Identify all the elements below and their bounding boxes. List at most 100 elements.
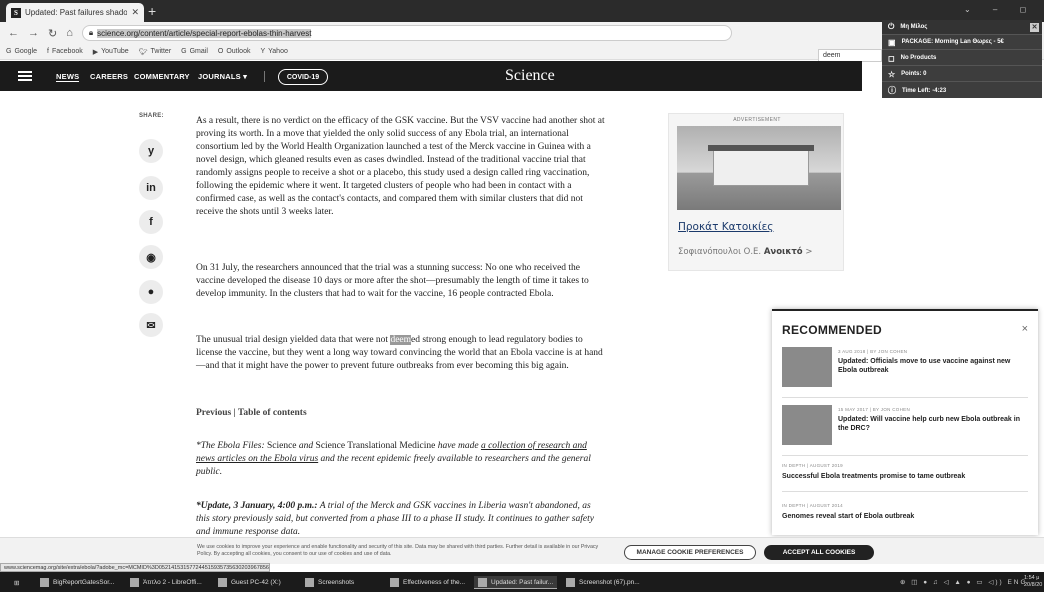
taskbar-clock[interactable]: 1:54 μ 20/8/20 bbox=[1024, 575, 1042, 589]
bookmark-youtube[interactable]: ▶ YouTube bbox=[93, 48, 129, 56]
bookmark-outlook[interactable]: O Outlook bbox=[218, 48, 251, 55]
taskbar-label: Screenshot (67).pn... bbox=[579, 579, 640, 586]
home-icon[interactable]: ⌂ bbox=[66, 27, 73, 39]
bookmark-icon: G bbox=[181, 48, 187, 55]
rec-item-4[interactable]: IN DEPTH | AUGUST 2014 Genomes reveal st… bbox=[782, 503, 1028, 529]
p3-text-a: The unusual trial design yielded data th… bbox=[196, 335, 391, 345]
package-icon: ▣ bbox=[888, 37, 896, 47]
recommended-title: RECOMMENDED bbox=[782, 323, 882, 337]
taskbar-item-5[interactable]: Effectiveness of the... bbox=[390, 576, 465, 589]
rec-headline-2[interactable]: Updated: Will vaccine help curb new Ebol… bbox=[838, 415, 1028, 433]
reddit-share-icon[interactable]: ◉ bbox=[139, 245, 163, 269]
bookmark-icon: f bbox=[47, 48, 49, 55]
previous-toc-link[interactable]: Previous | Table of contents bbox=[196, 407, 606, 420]
start-icon[interactable]: ⊞ bbox=[14, 576, 19, 589]
new-tab-icon[interactable]: + bbox=[148, 3, 156, 19]
window-controls[interactable]: ⌄ – ◻ bbox=[964, 5, 1036, 14]
app-icon bbox=[218, 578, 227, 587]
ad-sub-c: > bbox=[802, 247, 813, 257]
update-note: *Update, 3 January, 4:00 p.m.: A trial o… bbox=[196, 500, 606, 537]
bookmark-gmail[interactable]: G Gmail bbox=[181, 48, 208, 55]
info-icon: ⓘ bbox=[888, 86, 896, 95]
note1-e: have made bbox=[437, 441, 481, 451]
taskbar-label: BigReportGatesSor... bbox=[53, 579, 115, 586]
ad-sub-a: Σοφιανόπουλοι Ο.Ε. bbox=[678, 247, 764, 257]
rec-divider bbox=[782, 397, 1028, 398]
taskbar-label: Guest PC-42 (X:) bbox=[231, 579, 281, 586]
ad-subtitle[interactable]: Σοφιανόπουλοι Ο.Ε. Ανοικτό > bbox=[678, 247, 812, 257]
rec-headline-3[interactable]: Successful Ebola treatments promise to t… bbox=[782, 472, 1028, 481]
ext-products: No Products bbox=[900, 55, 937, 61]
cookie-text: We use cookies to improve your experienc… bbox=[197, 544, 599, 557]
taskbar-item-7[interactable]: Screenshot (67).pn... bbox=[566, 576, 640, 589]
browser-tab[interactable]: S Updated: Past failures shadow c ✕ bbox=[6, 3, 144, 22]
note1-c: and bbox=[298, 441, 314, 451]
ext-user: Mη Mίλος bbox=[900, 24, 928, 30]
ext-time: Time Left: -4:23 bbox=[902, 87, 947, 94]
nav-journals[interactable]: JOURNALS ▾ bbox=[198, 72, 247, 81]
nav-careers[interactable]: CAREERS bbox=[90, 72, 128, 81]
ext-close-icon[interactable]: ✕ bbox=[1030, 23, 1039, 32]
ext-products-row: ◻ No Products bbox=[882, 51, 1042, 66]
taskbar-item-6[interactable]: Updated: Past failur... bbox=[474, 576, 558, 589]
forward-icon[interactable]: → bbox=[28, 27, 39, 39]
bookmark-yahoo[interactable]: Y Yahoo bbox=[260, 48, 287, 55]
rec-meta-4: IN DEPTH | AUGUST 2014 bbox=[782, 503, 843, 508]
bookmark-facebook[interactable]: f Facebook bbox=[47, 48, 83, 55]
bookmark-label: Twitter bbox=[150, 48, 172, 55]
ad-title[interactable]: Προκάτ Κατοικίες bbox=[678, 221, 773, 233]
rec-item-2[interactable]: 15 MAY 2017 | BY JON COHEN Updated: Will… bbox=[782, 405, 1028, 456]
app-icon bbox=[566, 578, 575, 587]
bookmark-twitter[interactable]: 🐦︎ Twitter bbox=[139, 48, 172, 56]
twitter-share-icon[interactable]: y bbox=[139, 139, 163, 163]
back-icon[interactable]: ← bbox=[8, 27, 19, 39]
taskbar-item-4[interactable]: Screenshots bbox=[305, 576, 354, 589]
advertisement[interactable]: ADVERTISEMENT Προκάτ Κατοικίες Σοφιανόπο… bbox=[668, 113, 844, 271]
taskbar-item-2[interactable]: Άτιτλο 2 - LibreOffi... bbox=[130, 576, 202, 589]
rec-item-1[interactable]: 3 AUG 2018 | BY JON COHEN Updated: Offic… bbox=[782, 347, 1028, 398]
power-icon[interactable]: ⏻ bbox=[888, 22, 894, 32]
reload-icon[interactable]: ↻ bbox=[48, 27, 57, 40]
rec-item-3[interactable]: IN DEPTH | AUGUST 2019 Successful Ebola … bbox=[782, 463, 1028, 493]
science-logo[interactable]: Science bbox=[505, 67, 555, 85]
address-bar[interactable]: 🔒︎ science.org/content/article/special-r… bbox=[81, 25, 732, 41]
covid-button[interactable]: COVID-19 bbox=[278, 69, 328, 85]
extension-popup: ⏻ Mη Mίλος ✕ ▣ PACKAGE: Morning Lan Θωρες … bbox=[882, 20, 1042, 98]
menu-icon[interactable] bbox=[18, 71, 32, 81]
bookmark-icon: G bbox=[6, 48, 12, 55]
clock-date: 20/8/20 bbox=[1024, 582, 1043, 588]
star-icon: ☆ bbox=[888, 69, 896, 79]
article-paragraph-2: On 31 July, the researchers announced th… bbox=[196, 263, 589, 299]
ext-points: Points: 0 bbox=[901, 71, 927, 77]
recommended-panel: RECOMMENDED × 3 AUG 2018 | BY JON COHEN … bbox=[772, 309, 1038, 535]
close-tab-icon[interactable]: ✕ bbox=[131, 7, 139, 18]
taskbar-item-1[interactable]: BigReportGatesSor... bbox=[40, 576, 114, 589]
bookmark-google[interactable]: G Google bbox=[6, 48, 37, 55]
article-paragraph-1: As a result, there is no verdict on the … bbox=[196, 116, 605, 217]
app-icon bbox=[478, 577, 487, 587]
rec-headline-1[interactable]: Updated: Officials move to use vaccine a… bbox=[838, 357, 1028, 375]
manage-cookies-button[interactable]: MANAGE COOKIE PREFERENCES bbox=[624, 545, 756, 560]
ebola-files-note: *The Ebola Files: Science and Science Tr… bbox=[196, 440, 606, 479]
rec-divider bbox=[782, 455, 1028, 456]
nav-news[interactable]: NEWS bbox=[56, 72, 80, 82]
rec-thumb-2 bbox=[782, 405, 832, 445]
linkedin-share-icon[interactable]: in bbox=[139, 176, 163, 200]
taskbar-item-3[interactable]: Guest PC-42 (X:) bbox=[218, 576, 281, 589]
system-tray[interactable]: ⊕ ◫ ● ♫ ◁ ▲ ● ▭ ◁)) ENG bbox=[900, 578, 1028, 586]
bookmark-icon: ▶ bbox=[92, 48, 99, 56]
rec-headline-4[interactable]: Genomes reveal start of Ebola outbreak bbox=[782, 512, 1028, 521]
wechat-share-icon[interactable]: ● bbox=[139, 280, 163, 304]
taskbar-label: Άτιτλο 2 - LibreOffi... bbox=[143, 579, 202, 586]
share-label: SHARE: bbox=[139, 113, 164, 119]
nav-commentary[interactable]: COMMENTARY bbox=[134, 72, 190, 81]
close-icon[interactable]: × bbox=[1022, 323, 1028, 335]
bookmark-label: Yahoo bbox=[268, 48, 288, 55]
ad-label: ADVERTISEMENT bbox=[733, 117, 781, 123]
rec-meta-1: 3 AUG 2018 | BY JON COHEN bbox=[838, 349, 908, 354]
accept-cookies-button[interactable]: ACCEPT ALL COOKIES bbox=[764, 545, 874, 560]
ext-package-row: ▣ PACKAGE: Morning Lan Θωρες - 5€ bbox=[882, 35, 1042, 50]
ad-image[interactable] bbox=[677, 126, 841, 210]
email-share-icon[interactable]: ✉ bbox=[139, 313, 163, 337]
facebook-share-icon[interactable]: f bbox=[139, 210, 163, 234]
